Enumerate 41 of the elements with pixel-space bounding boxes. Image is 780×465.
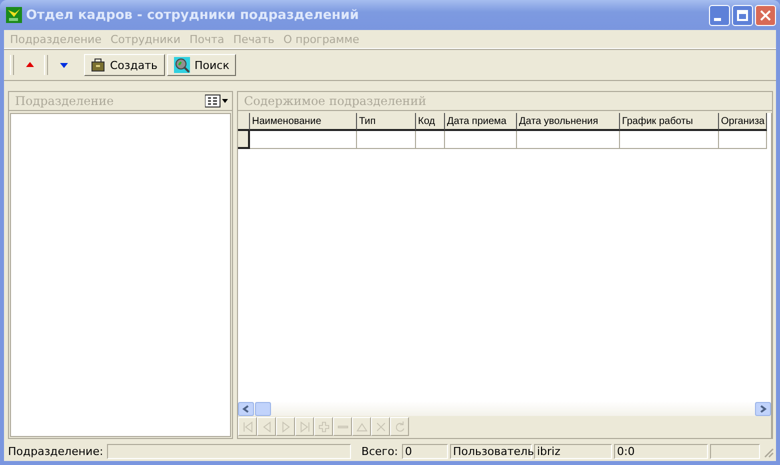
column-header[interactable]: Дата увольнения (517, 113, 620, 131)
status-field: Пользователь (450, 444, 532, 459)
column-header[interactable]: Дата приема (445, 113, 517, 131)
close-icon (759, 8, 772, 22)
panel-title: Содержимое подразделений (244, 94, 426, 108)
down-arrow-icon (60, 61, 68, 69)
search-button[interactable]: Поиск (166, 54, 236, 76)
table-cell (416, 131, 445, 149)
status-label: Подразделение: (7, 445, 104, 458)
maximize-icon (736, 8, 749, 22)
magnifier-icon (174, 57, 190, 73)
column-header[interactable]: График работы (620, 113, 719, 131)
status-label: Всего: (360, 445, 399, 458)
status-field: ibriz (534, 444, 612, 459)
scroll-left-icon[interactable] (242, 404, 250, 412)
plus-icon (316, 420, 330, 434)
window-title: Отдел кадров - сотрудники подразделений (26, 8, 360, 22)
app-icon (6, 7, 22, 23)
first-record-icon (240, 420, 254, 434)
view-dropdown-icon[interactable] (205, 94, 229, 108)
create-button[interactable]: Создать (84, 54, 164, 76)
minimize-icon (714, 18, 721, 20)
column-header[interactable]: Организа (719, 113, 767, 131)
resize-grip-icon[interactable] (762, 446, 774, 458)
scroll-right-icon[interactable] (759, 404, 767, 412)
panel-title: Подразделение (15, 94, 114, 108)
briefcase-icon (91, 58, 105, 72)
status-field: 0 (402, 444, 448, 459)
last-record-icon (298, 420, 312, 434)
status-field: 0:0 (614, 444, 708, 459)
table-cell (357, 131, 416, 149)
close-button[interactable] (755, 4, 776, 26)
table-cell (445, 131, 517, 149)
up-arrow-icon (26, 61, 34, 69)
maximize-button[interactable] (732, 4, 753, 26)
column-header[interactable]: Тип (357, 113, 416, 131)
scroll-thumb[interactable] (255, 402, 271, 416)
column-header[interactable]: Наименование (250, 113, 357, 131)
column-header[interactable]: Код (416, 113, 445, 131)
minimize-button[interactable] (709, 4, 730, 26)
table-cell (719, 131, 767, 149)
